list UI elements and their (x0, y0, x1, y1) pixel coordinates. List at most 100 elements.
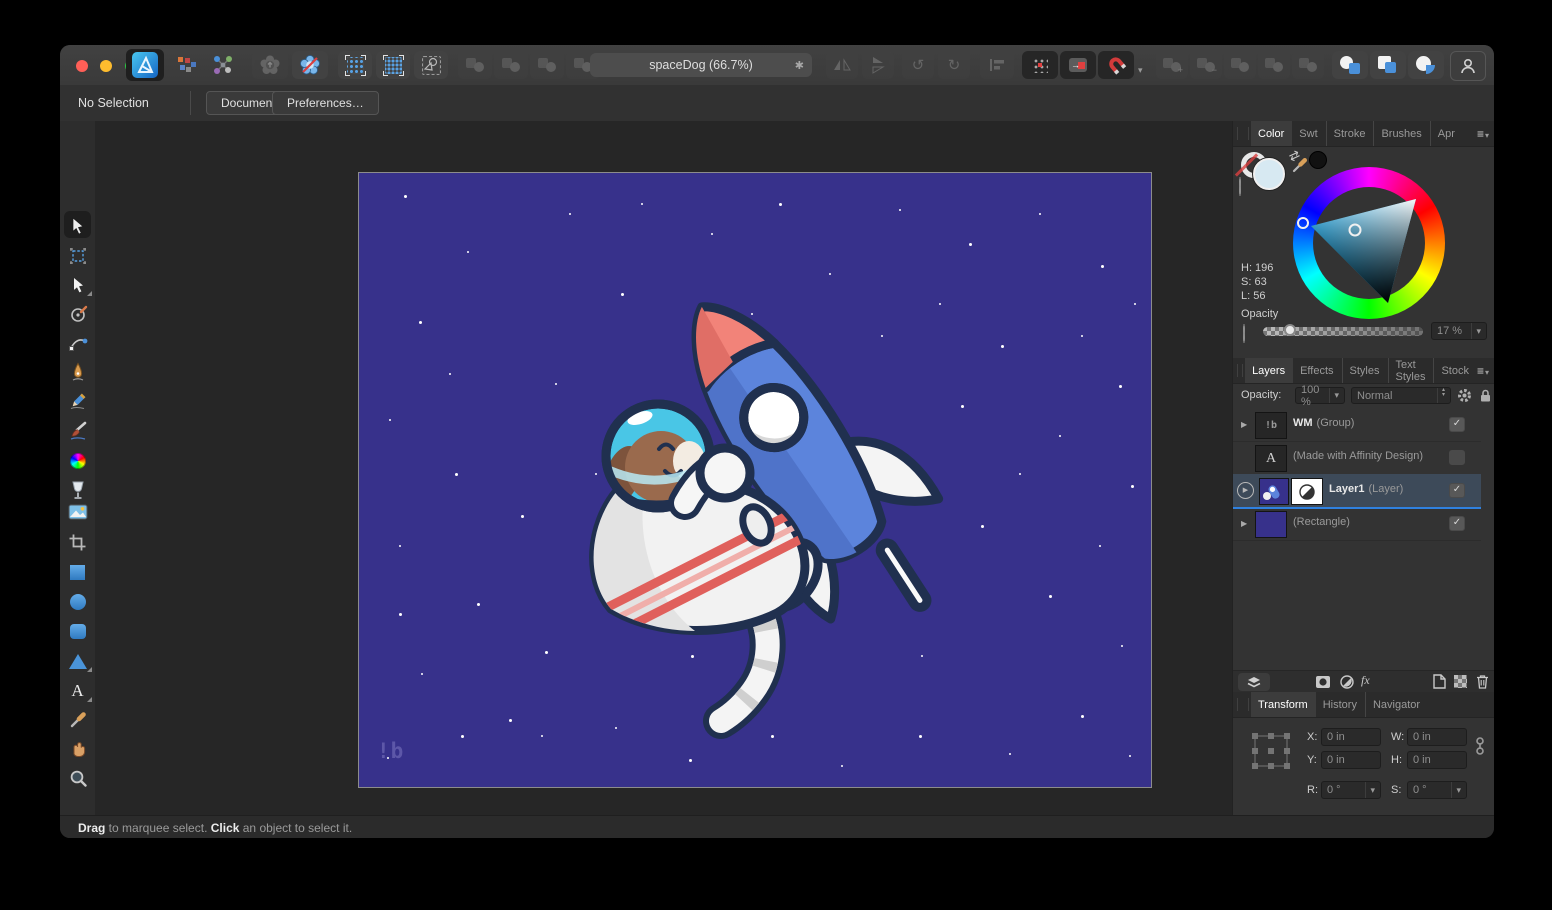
boolean-intersect-button[interactable] (1224, 51, 1256, 79)
triangle-tool[interactable] (60, 648, 95, 674)
layer-opacity-field[interactable]: 100 % ▾ (1295, 384, 1345, 408)
flip-horizontal-button[interactable] (826, 51, 858, 79)
edit-in-photo-button[interactable] (292, 51, 328, 79)
layer-row-wm[interactable]: ▶ !b WM (Group) ✓ (1233, 408, 1481, 442)
trash-icon[interactable] (1476, 674, 1489, 689)
show-grid-toggle[interactable] (1022, 51, 1058, 79)
pencil-tool[interactable] (60, 388, 95, 414)
layers-stack-button[interactable] (1238, 673, 1270, 691)
fill-swatch[interactable] (1253, 158, 1285, 190)
insert-inside-button[interactable] (1370, 51, 1406, 79)
close-window-button[interactable] (76, 60, 88, 72)
insert-behind-button[interactable] (1332, 51, 1368, 79)
x-field[interactable]: 0 in (1321, 728, 1381, 746)
artboard-tool[interactable] (60, 243, 95, 269)
boolean-subtract-button[interactable]: − (1190, 51, 1222, 79)
layer-thumbnail[interactable] (1255, 511, 1287, 538)
boolean-combine-button[interactable] (1292, 51, 1324, 79)
tab-text-styles[interactable]: Text Styles (1387, 358, 1434, 383)
tab-styles[interactable]: Styles (1341, 358, 1388, 383)
arrange-front-button[interactable] (530, 51, 564, 79)
tab-appearance[interactable]: Apr (1429, 121, 1463, 146)
view-tool[interactable] (60, 735, 95, 761)
expand-icon[interactable]: ▶ (1241, 519, 1247, 528)
insert-on-top-button[interactable] (1408, 51, 1444, 79)
pixel-persona-button[interactable] (172, 51, 202, 79)
link-dimensions-icon[interactable] (1475, 735, 1485, 763)
place-image-tool[interactable] (60, 499, 95, 525)
anchor-point-selector[interactable] (1249, 731, 1293, 771)
node-tool[interactable] (60, 272, 95, 298)
layer-row-rectangle[interactable]: ▶ (Rectangle) ✓ (1233, 507, 1481, 541)
crop-tool[interactable] (60, 529, 95, 555)
boolean-add-button[interactable]: + (1156, 51, 1188, 79)
tab-effects[interactable]: Effects (1293, 358, 1341, 383)
tab-stroke[interactable]: Stroke (1325, 121, 1374, 146)
gear-icon[interactable] (1457, 388, 1472, 403)
opacity-slider-knob[interactable] (1284, 324, 1296, 336)
new-layer-icon[interactable] (1433, 674, 1446, 689)
tab-stock[interactable]: Stock (1433, 358, 1477, 383)
layer-row-attribution[interactable]: A (Made with Affinity Design) (1233, 441, 1481, 475)
document-viewport[interactable]: !b (95, 121, 1232, 815)
snapping-options-dropdown[interactable]: ▾ (1138, 60, 1143, 78)
corner-tool[interactable] (60, 330, 95, 356)
panel-grip[interactable] (1237, 698, 1249, 711)
move-tool[interactable] (60, 211, 95, 239)
adjustment-layer-icon[interactable] (1340, 675, 1354, 689)
tab-history[interactable]: History (1316, 692, 1365, 717)
tab-transform[interactable]: Transform (1251, 692, 1316, 717)
preferences-button[interactable]: Preferences… (272, 91, 379, 115)
expand-icon[interactable]: ▶ (1241, 420, 1247, 429)
opacity-none-icon[interactable] (1243, 324, 1245, 343)
canvas[interactable]: !b (358, 172, 1152, 788)
alignment-button[interactable] (980, 51, 1014, 79)
tab-navigator[interactable]: Navigator (1364, 692, 1428, 717)
layer-row-layer1[interactable]: ▶ Layer1 (Layer) ✓ (1233, 474, 1481, 509)
flip-vertical-button[interactable] (862, 51, 894, 79)
panel-menu-icon[interactable]: ≡ ▾ (1477, 358, 1494, 383)
account-button[interactable] (1450, 51, 1486, 81)
snap-to-grid-toggle[interactable] (338, 51, 372, 79)
tab-brushes[interactable]: Brushes (1373, 121, 1429, 146)
panel-menu-icon[interactable]: ≡ ▾ (1477, 121, 1494, 146)
snap-to-shapes-toggle[interactable] (414, 51, 448, 79)
rounded-rectangle-tool[interactable] (60, 618, 95, 644)
boolean-divide-button[interactable] (1258, 51, 1290, 79)
rotate-cw-button[interactable]: ↻ (938, 51, 970, 79)
snapping-toggle[interactable] (1098, 51, 1134, 79)
point-transform-tool[interactable] (60, 301, 95, 327)
layer-thumbnail[interactable] (1259, 478, 1289, 505)
arrange-backward-button[interactable] (494, 51, 528, 79)
fx-icon[interactable]: fx (1361, 673, 1370, 688)
tab-layers[interactable]: Layers (1245, 358, 1294, 383)
arrange-forward-button[interactable] (458, 51, 492, 79)
h-field[interactable]: 0 in (1407, 751, 1467, 769)
rectangle-tool[interactable] (60, 559, 95, 585)
sl-triangle[interactable] (1293, 167, 1445, 319)
layer-thumbnail[interactable]: !b (1255, 412, 1287, 439)
lock-icon[interactable] (1479, 388, 1492, 403)
pen-tool[interactable] (60, 359, 95, 385)
color-picker-tool[interactable] (60, 707, 95, 733)
visibility-checkbox[interactable]: ✓ (1449, 483, 1465, 498)
blend-mode-select[interactable]: Normal ▴ ▾ (1351, 387, 1451, 404)
tab-swatches[interactable]: Swt (1292, 121, 1325, 146)
rotation-field[interactable]: 0 ° ▾ (1321, 781, 1381, 799)
brush-tool[interactable] (60, 418, 95, 444)
visibility-checkbox[interactable] (1449, 450, 1465, 465)
place-button[interactable] (252, 51, 288, 79)
layer-thumbnail[interactable]: A (1255, 445, 1287, 472)
text-tool[interactable]: A (60, 678, 95, 704)
minimize-window-button[interactable] (100, 60, 113, 72)
zoom-tool[interactable] (60, 765, 95, 791)
no-color-swatch[interactable] (1239, 177, 1241, 196)
ellipse-tool[interactable] (60, 589, 95, 615)
designer-persona-button[interactable] (126, 49, 164, 81)
visibility-checkbox[interactable]: ✓ (1449, 516, 1465, 531)
panel-grip[interactable] (1237, 127, 1249, 140)
move-by-whole-pixels-toggle[interactable]: → (1060, 51, 1096, 79)
panel-grip[interactable] (1237, 364, 1244, 377)
hue-selector[interactable] (1297, 217, 1309, 229)
mask-layer-icon[interactable] (1316, 675, 1331, 689)
